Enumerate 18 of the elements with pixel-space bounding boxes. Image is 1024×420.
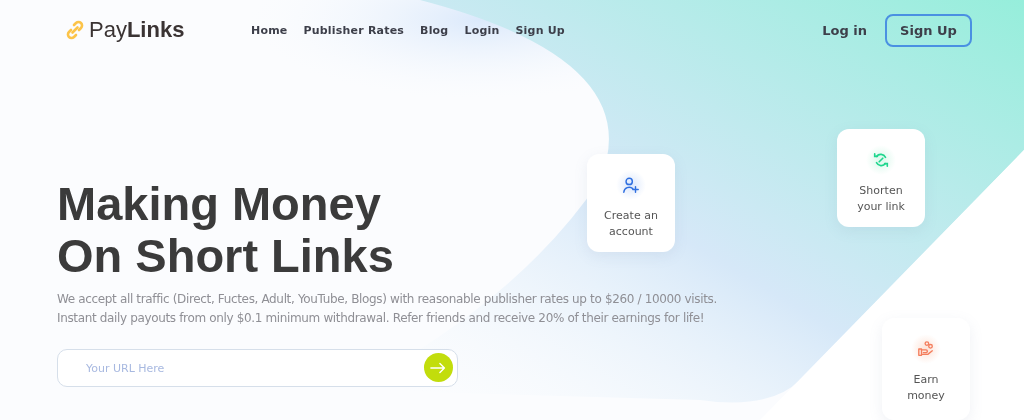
step-label: Create an account [603,208,659,240]
hand-coins-icon [917,340,935,358]
signup-button[interactable]: Sign Up [885,13,972,47]
user-plus-icon [622,176,640,194]
step-label: Earn money [906,372,946,404]
nav-link[interactable]: Blog [420,23,449,37]
hero-description: Instant daily payouts from only $0.1 minimum withdrawal. Refer friends and receive 20% of their earnings for life! [57,310,706,327]
nav-link[interactable]: Home [251,23,288,37]
chain-link-icon [65,20,85,40]
nav-link[interactable]: Sign Up [515,23,565,37]
step-label: Shorten your link [856,183,906,215]
hero-description: We accept all traffic (Direct, Fuctes, Adult, YouTube, Blogs) with reasonable publisher rates up to $260 / 10000 visits. [57,291,718,308]
hero-title: Making Money On Short Links [57,178,394,282]
logo-text[interactable]: PayLinks [89,17,185,43]
account-login-link[interactable]: Log in [822,22,867,38]
nav-link[interactable]: Login [464,23,500,37]
url-input-field[interactable]: Your URL Here [57,349,458,387]
nav-link[interactable]: Publisher Rates [303,23,405,37]
